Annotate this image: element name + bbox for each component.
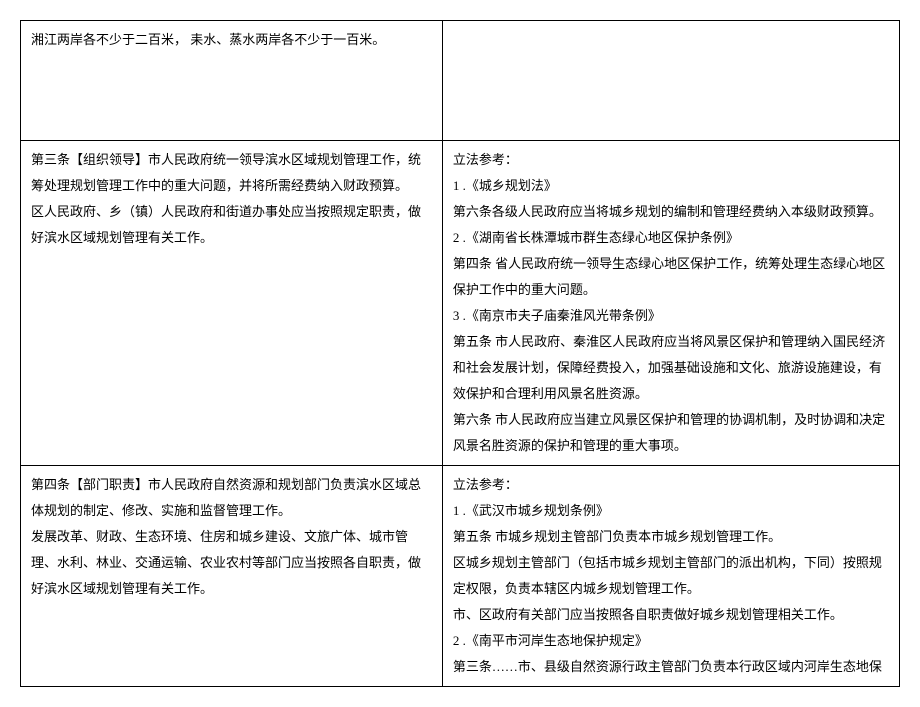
cell-text: 2 .《南平市河岸生态地保护规定》 [453, 628, 889, 654]
cell-right-0 [442, 21, 899, 141]
cell-left-2: 第四条【部门职责】市人民政府自然资源和规划部门负责滨水区域总体规划的制定、修改、… [21, 466, 443, 687]
cell-text: 3 .《南京市夫子庙秦淮风光带条例》 [453, 303, 889, 329]
cell-text: 第四条【部门职责】市人民政府自然资源和规划部门负责滨水区域总体规划的制定、修改、… [31, 472, 432, 524]
cell-text: 第六条 市人民政府应当建立风景区保护和管理的协调机制，及时协调和决定风景名胜资源… [453, 407, 889, 459]
table-row: 第三条【组织领导】市人民政府统一领导滨水区域规划管理工作，统筹处理规划管理工作中… [21, 141, 900, 466]
cell-text: 市、区政府有关部门应当按照各自职责做好城乡规划管理相关工作。 [453, 602, 889, 628]
cell-left-1: 第三条【组织领导】市人民政府统一领导滨水区域规划管理工作，统筹处理规划管理工作中… [21, 141, 443, 466]
cell-text: 第四条 省人民政府统一领导生态绿心地区保护工作，统筹处理生态绿心地区保护工作中的… [453, 251, 889, 303]
cell-text: 2 .《湖南省长株潭城市群生态绿心地区保护条例》 [453, 225, 889, 251]
cell-text: 1 .《城乡规划法》 [453, 173, 889, 199]
cell-text: 第三条【组织领导】市人民政府统一领导滨水区域规划管理工作，统筹处理规划管理工作中… [31, 147, 432, 199]
cell-text: 发展改革、财政、生态环境、住房和城乡建设、文旅广体、城市管理、水利、林业、交通运… [31, 524, 432, 602]
document-table: 湘江两岸各不少于二百米， 耒水、蒸水两岸各不少于一百米。 第三条【组织领导】市人… [20, 20, 900, 687]
cell-text: 立法参考： [453, 472, 889, 498]
table-row: 第四条【部门职责】市人民政府自然资源和规划部门负责滨水区域总体规划的制定、修改、… [21, 466, 900, 687]
cell-text: 立法参考： [453, 147, 889, 173]
cell-text: 区城乡规划主管部门（包括市城乡规划主管部门的派出机构，下同）按照规定权限，负责本… [453, 550, 889, 602]
cell-left-0: 湘江两岸各不少于二百米， 耒水、蒸水两岸各不少于一百米。 [21, 21, 443, 141]
cell-text: 第六条各级人民政府应当将城乡规划的编制和管理经费纳入本级财政预算。 [453, 199, 889, 225]
cell-text: 1 .《武汉市城乡规划条例》 [453, 498, 889, 524]
cell-text: 第五条 市城乡规划主管部门负责本市城乡规划管理工作。 [453, 524, 889, 550]
table-row: 湘江两岸各不少于二百米， 耒水、蒸水两岸各不少于一百米。 [21, 21, 900, 141]
cell-text: 区人民政府、乡（镇）人民政府和街道办事处应当按照规定职责，做好滨水区域规划管理有… [31, 199, 432, 251]
cell-right-2: 立法参考： 1 .《武汉市城乡规划条例》 第五条 市城乡规划主管部门负责本市城乡… [442, 466, 899, 687]
cell-right-1: 立法参考： 1 .《城乡规划法》 第六条各级人民政府应当将城乡规划的编制和管理经… [442, 141, 899, 466]
cell-text: 湘江两岸各不少于二百米， 耒水、蒸水两岸各不少于一百米。 [31, 27, 432, 53]
cell-text: 第三条……市、县级自然资源行政主管部门负责本行政区域内河岸生态地保 [453, 654, 889, 680]
cell-text: 第五条 市人民政府、秦淮区人民政府应当将风景区保护和管理纳入国民经济和社会发展计… [453, 329, 889, 407]
